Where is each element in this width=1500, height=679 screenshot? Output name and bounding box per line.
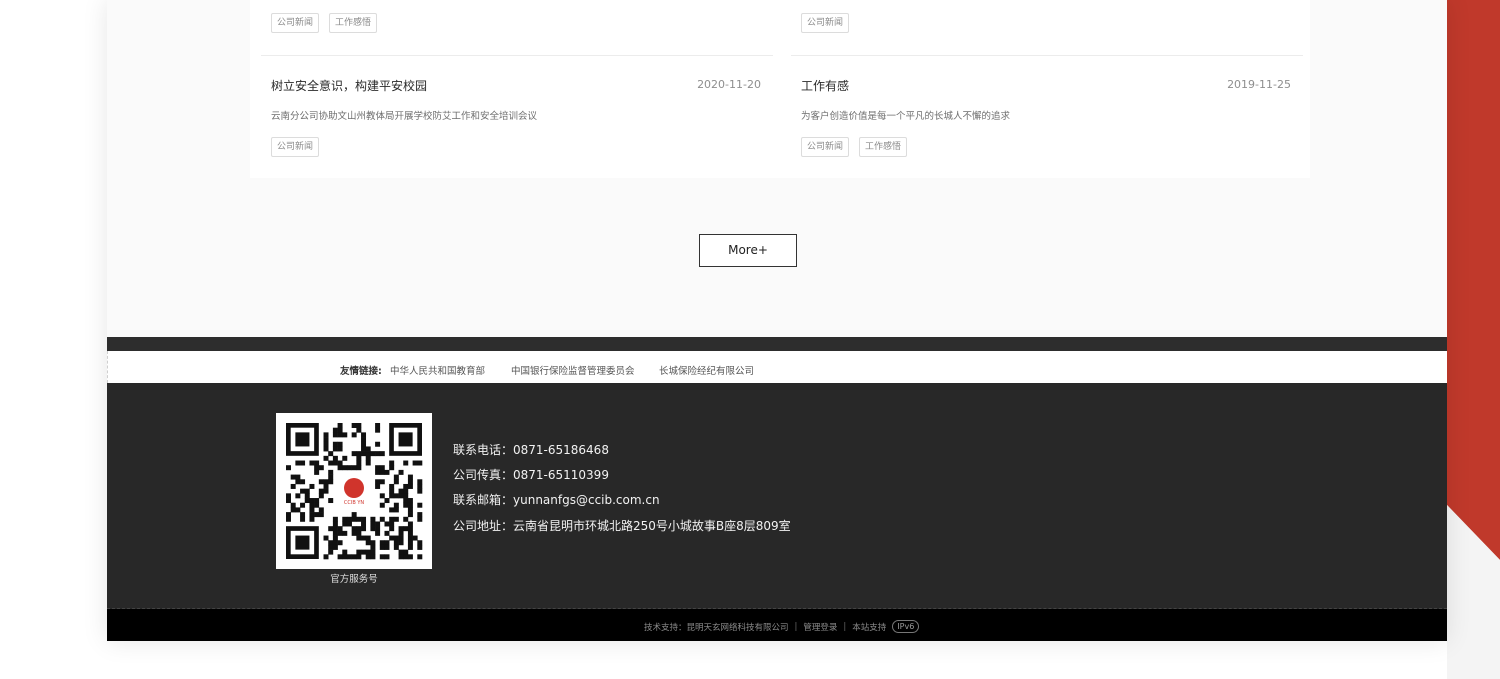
friend-link-ccib[interactable]: 长城保险经纪有限公司: [659, 363, 754, 377]
tag-list: 公司新闻: [801, 13, 850, 33]
tag-list: 公司新闻 工作感悟: [271, 13, 378, 33]
news-date: 2020-11-20: [697, 78, 761, 91]
decorative-red-background: [1447, 0, 1500, 679]
tech-support-link[interactable]: 技术支持：昆明天玄网络科技有限公司: [644, 621, 789, 633]
svg-text:CCIB YN: CCIB YN: [344, 500, 365, 506]
tag[interactable]: 公司新闻: [801, 13, 850, 33]
tag[interactable]: 公司新闻: [271, 13, 320, 33]
separator: |: [794, 621, 798, 632]
news-date: 2019-11-25: [1227, 78, 1291, 91]
news-title[interactable]: 树立安全意识，构建平安校园: [271, 77, 427, 94]
friend-links-bar: 友情链接: 中华人民共和国教育部 中国银行保险监督管理委员会 长城保险经纪有限公…: [107, 351, 1447, 383]
news-title[interactable]: 工作有感: [801, 77, 849, 94]
tag[interactable]: 公司新闻: [801, 137, 850, 157]
admin-login-link[interactable]: 管理登录: [803, 621, 837, 633]
separator: |: [843, 621, 847, 632]
friend-link-moe[interactable]: 中华人民共和国教育部: [390, 363, 485, 377]
tag-list: 公司新闻 工作感悟: [801, 137, 908, 157]
contact-phone: 联系电话：0871-65186468: [453, 443, 609, 457]
news-summary: 云南分公司协助文山州教体局开展学校防艾工作和安全培训会议: [271, 111, 538, 122]
news-card[interactable]: 树立安全意识，构建平安校园 2020-11-20 云南分公司协助文山州教体局开展…: [261, 56, 773, 178]
friend-link-cbirc[interactable]: 中国银行保险监督管理委员会: [511, 363, 635, 377]
footer-bottom-bar: 技术支持：昆明天玄网络科技有限公司 | 管理登录 | 本站支持 IPv6: [107, 609, 1447, 641]
footer-contact: CCIB YN 官方服务号 联系电话：0871-65186468 公司传真：08…: [107, 383, 1447, 609]
contact-email[interactable]: 联系邮箱：yunnanfgs@ccib.com.cn: [453, 491, 660, 508]
qr-logo-icon: [344, 478, 364, 498]
news-summary: 为客户创造价值是每一个平凡的长城人不懈的追求: [801, 111, 1011, 122]
more-button[interactable]: More+: [699, 234, 797, 267]
news-list: 公司新闻 工作感悟 公司新闻 树立安全意识，构建平安校园 2020-11-20 …: [250, 0, 1310, 178]
qr-caption: 官方服务号: [330, 574, 378, 585]
tag[interactable]: 工作感悟: [859, 137, 908, 157]
news-card[interactable]: 工作有感 2019-11-25 为客户创造价值是每一个平凡的长城人不懈的追求 公…: [791, 56, 1303, 178]
contact-address: 公司地址：云南省昆明市环城北路250号小城故事B座8层809室: [453, 519, 791, 533]
contact-fax: 公司传真：0871-65110399: [453, 468, 609, 482]
friend-links-label: 友情链接:: [340, 366, 382, 377]
site-support-label: 本站支持: [852, 622, 887, 633]
ipv6-badge: IPv6: [892, 620, 920, 633]
footer-top-band: [107, 337, 1447, 351]
qr-code: CCIB YN: [276, 413, 432, 569]
tag[interactable]: 工作感悟: [329, 13, 378, 33]
news-card[interactable]: 公司新闻: [791, 0, 1303, 56]
tag[interactable]: 公司新闻: [271, 137, 320, 157]
page-container: 公司新闻 工作感悟 公司新闻 树立安全意识，构建平安校园 2020-11-20 …: [107, 0, 1447, 641]
news-card[interactable]: 公司新闻 工作感悟: [261, 0, 773, 56]
tag-list: 公司新闻: [271, 137, 320, 157]
